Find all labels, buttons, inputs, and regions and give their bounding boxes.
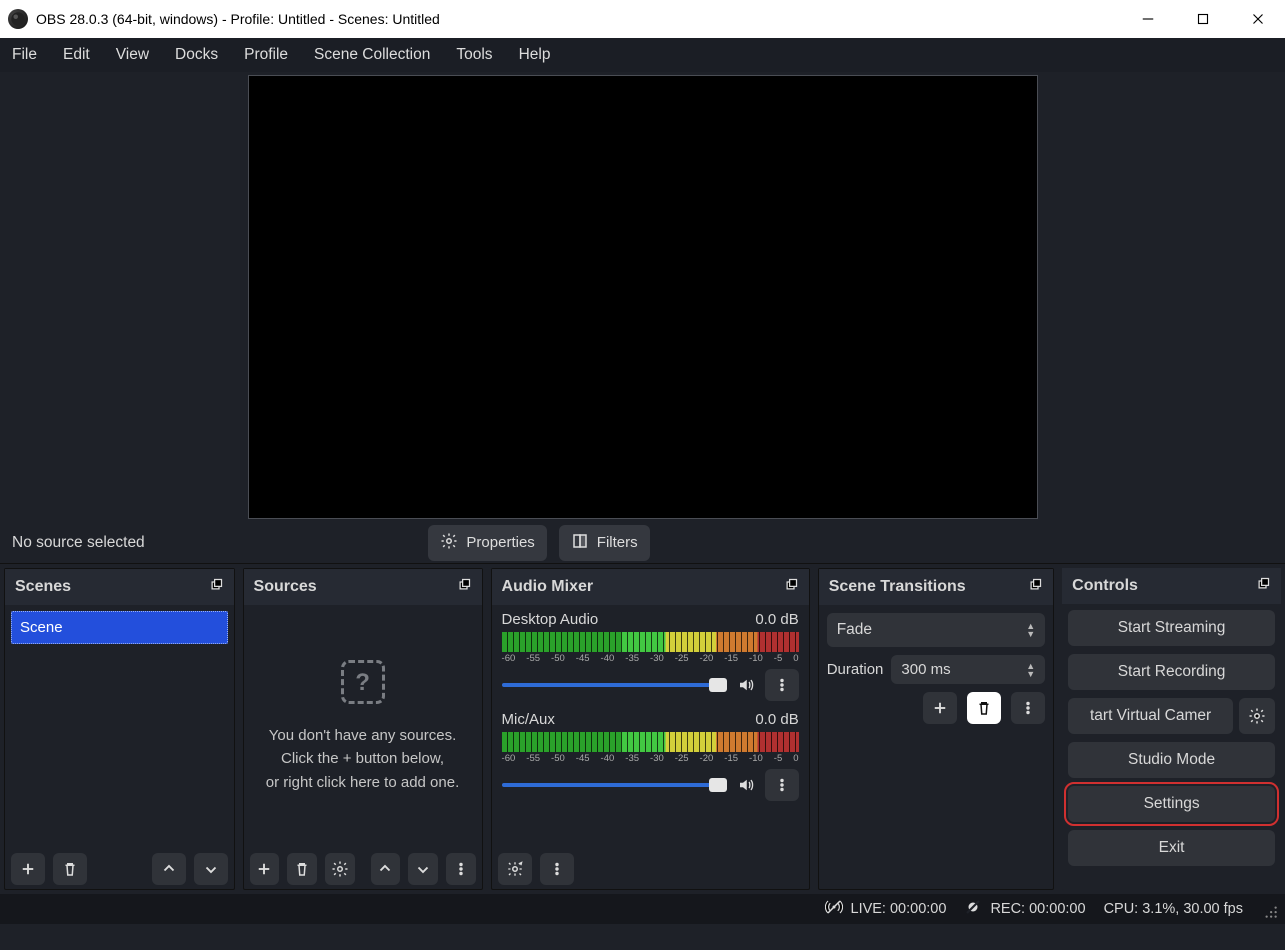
add-source-button[interactable] — [250, 853, 280, 885]
add-scene-button[interactable] — [11, 853, 45, 885]
filters-label: Filters — [597, 534, 638, 551]
channel-name: Mic/Aux — [502, 711, 555, 728]
preview-canvas[interactable] — [248, 75, 1038, 519]
mixer-channel: Mic/Aux 0.0 dB -60-55-50-45-40-35-30-25-… — [492, 705, 809, 805]
scenes-dock: Scenes Scene — [4, 568, 235, 890]
virtual-camera-settings-button[interactable] — [1239, 698, 1275, 734]
duration-spinner[interactable]: 300 ms ▲▼ — [891, 655, 1045, 684]
remove-transition-button[interactable] — [967, 692, 1001, 724]
menu-bar: File Edit View Docks Profile Scene Colle… — [0, 38, 1285, 72]
channel-more-button[interactable] — [765, 669, 799, 701]
channel-level: 0.0 dB — [755, 711, 798, 728]
menu-tools[interactable]: Tools — [456, 46, 492, 64]
start-streaming-button[interactable]: Start Streaming — [1068, 610, 1275, 646]
popout-icon[interactable] — [1028, 577, 1043, 597]
window-titlebar: OBS 28.0.3 (64-bit, windows) - Profile: … — [0, 0, 1285, 38]
meter-ticks: -60-55-50-45-40-35-30-25-20-15-10-50 — [502, 753, 799, 765]
status-bar: LIVE: 00:00:00 REC: 00:00:00 CPU: 3.1%, … — [0, 894, 1285, 924]
start-virtual-camera-button[interactable]: tart Virtual Camer — [1068, 698, 1233, 734]
broadcast-icon — [825, 898, 843, 920]
sources-empty-state[interactable]: ? You don't have any sources. Click the … — [244, 605, 482, 849]
popout-icon[interactable] — [1256, 576, 1271, 596]
audio-mixer-dock: Audio Mixer Desktop Audio 0.0 dB -60-55-… — [491, 568, 810, 890]
scenes-title: Scenes — [15, 578, 71, 596]
properties-button[interactable]: Properties — [428, 525, 546, 561]
source-more-button[interactable] — [446, 853, 476, 885]
no-source-label: No source selected — [12, 534, 145, 552]
sources-dock: Sources ? You don't have any sources. Cl… — [243, 568, 483, 890]
menu-profile[interactable]: Profile — [244, 46, 288, 64]
question-icon: ? — [341, 660, 385, 704]
move-source-down-button[interactable] — [408, 853, 438, 885]
properties-label: Properties — [466, 534, 534, 551]
popout-icon[interactable] — [784, 577, 799, 597]
menu-view[interactable]: View — [116, 46, 149, 64]
chevrons-icon: ▲▼ — [1026, 622, 1035, 638]
speaker-icon[interactable] — [735, 774, 757, 796]
remove-source-button[interactable] — [287, 853, 317, 885]
move-scene-up-button[interactable] — [152, 853, 186, 885]
source-properties-button[interactable] — [325, 853, 355, 885]
cpu-status: CPU: 3.1%, 30.00 fps — [1104, 901, 1243, 917]
volume-slider[interactable] — [502, 683, 727, 687]
popout-icon[interactable] — [209, 577, 224, 597]
transitions-title: Scene Transitions — [829, 578, 966, 596]
popout-icon[interactable] — [457, 577, 472, 597]
controls-dock: Controls Start Streaming Start Recording… — [1062, 568, 1281, 890]
start-recording-button[interactable]: Start Recording — [1068, 654, 1275, 690]
duration-value: 300 ms — [901, 661, 950, 678]
remove-scene-button[interactable] — [53, 853, 87, 885]
level-meter — [502, 732, 799, 752]
rec-status: REC: 00:00:00 — [990, 901, 1085, 917]
sources-empty-line3: or right click here to add one. — [266, 771, 459, 794]
menu-edit[interactable]: Edit — [63, 46, 90, 64]
gear-icon — [440, 532, 458, 554]
window-title: OBS 28.0.3 (64-bit, windows) - Profile: … — [36, 11, 1120, 27]
move-scene-down-button[interactable] — [194, 853, 228, 885]
scene-item[interactable]: Scene — [11, 611, 228, 644]
sources-empty-line1: You don't have any sources. — [269, 724, 456, 747]
filters-button[interactable]: Filters — [559, 525, 650, 561]
mixer-settings-button[interactable] — [498, 853, 532, 885]
chevrons-icon: ▲▼ — [1026, 662, 1035, 678]
move-source-up-button[interactable] — [371, 853, 401, 885]
sources-empty-line2: Click the + button below, — [281, 747, 444, 770]
source-toolbar: No source selected Properties Filters — [0, 522, 1285, 564]
speaker-icon[interactable] — [735, 674, 757, 696]
live-status: LIVE: 00:00:00 — [851, 901, 947, 917]
app-icon — [8, 9, 28, 29]
filters-icon — [571, 532, 589, 554]
window-maximize-button[interactable] — [1175, 0, 1230, 38]
menu-help[interactable]: Help — [519, 46, 551, 64]
channel-level: 0.0 dB — [755, 611, 798, 628]
menu-scene-collection[interactable]: Scene Collection — [314, 46, 430, 64]
record-icon — [964, 898, 982, 920]
sources-title: Sources — [254, 578, 317, 596]
transitions-dock: Scene Transitions Fade ▲▼ Duration 300 m… — [818, 568, 1054, 890]
controls-title: Controls — [1072, 577, 1138, 595]
level-meter — [502, 632, 799, 652]
mixer-title: Audio Mixer — [502, 578, 594, 596]
studio-mode-button[interactable]: Studio Mode — [1068, 742, 1275, 778]
exit-button[interactable]: Exit — [1068, 830, 1275, 866]
mixer-channel: Desktop Audio 0.0 dB -60-55-50-45-40-35-… — [492, 605, 809, 705]
channel-more-button[interactable] — [765, 769, 799, 801]
resize-grip-icon[interactable] — [1261, 902, 1275, 916]
transition-select[interactable]: Fade ▲▼ — [827, 613, 1045, 647]
duration-label: Duration — [827, 661, 884, 678]
settings-button[interactable]: Settings — [1068, 786, 1275, 822]
window-close-button[interactable] — [1230, 0, 1285, 38]
add-transition-button[interactable] — [923, 692, 957, 724]
volume-slider[interactable] — [502, 783, 727, 787]
meter-ticks: -60-55-50-45-40-35-30-25-20-15-10-50 — [502, 653, 799, 665]
window-minimize-button[interactable] — [1120, 0, 1175, 38]
transition-more-button[interactable] — [1011, 692, 1045, 724]
preview-area — [0, 72, 1285, 522]
transition-value: Fade — [837, 621, 872, 639]
channel-name: Desktop Audio — [502, 611, 599, 628]
menu-docks[interactable]: Docks — [175, 46, 218, 64]
menu-file[interactable]: File — [12, 46, 37, 64]
mixer-more-button[interactable] — [540, 853, 574, 885]
